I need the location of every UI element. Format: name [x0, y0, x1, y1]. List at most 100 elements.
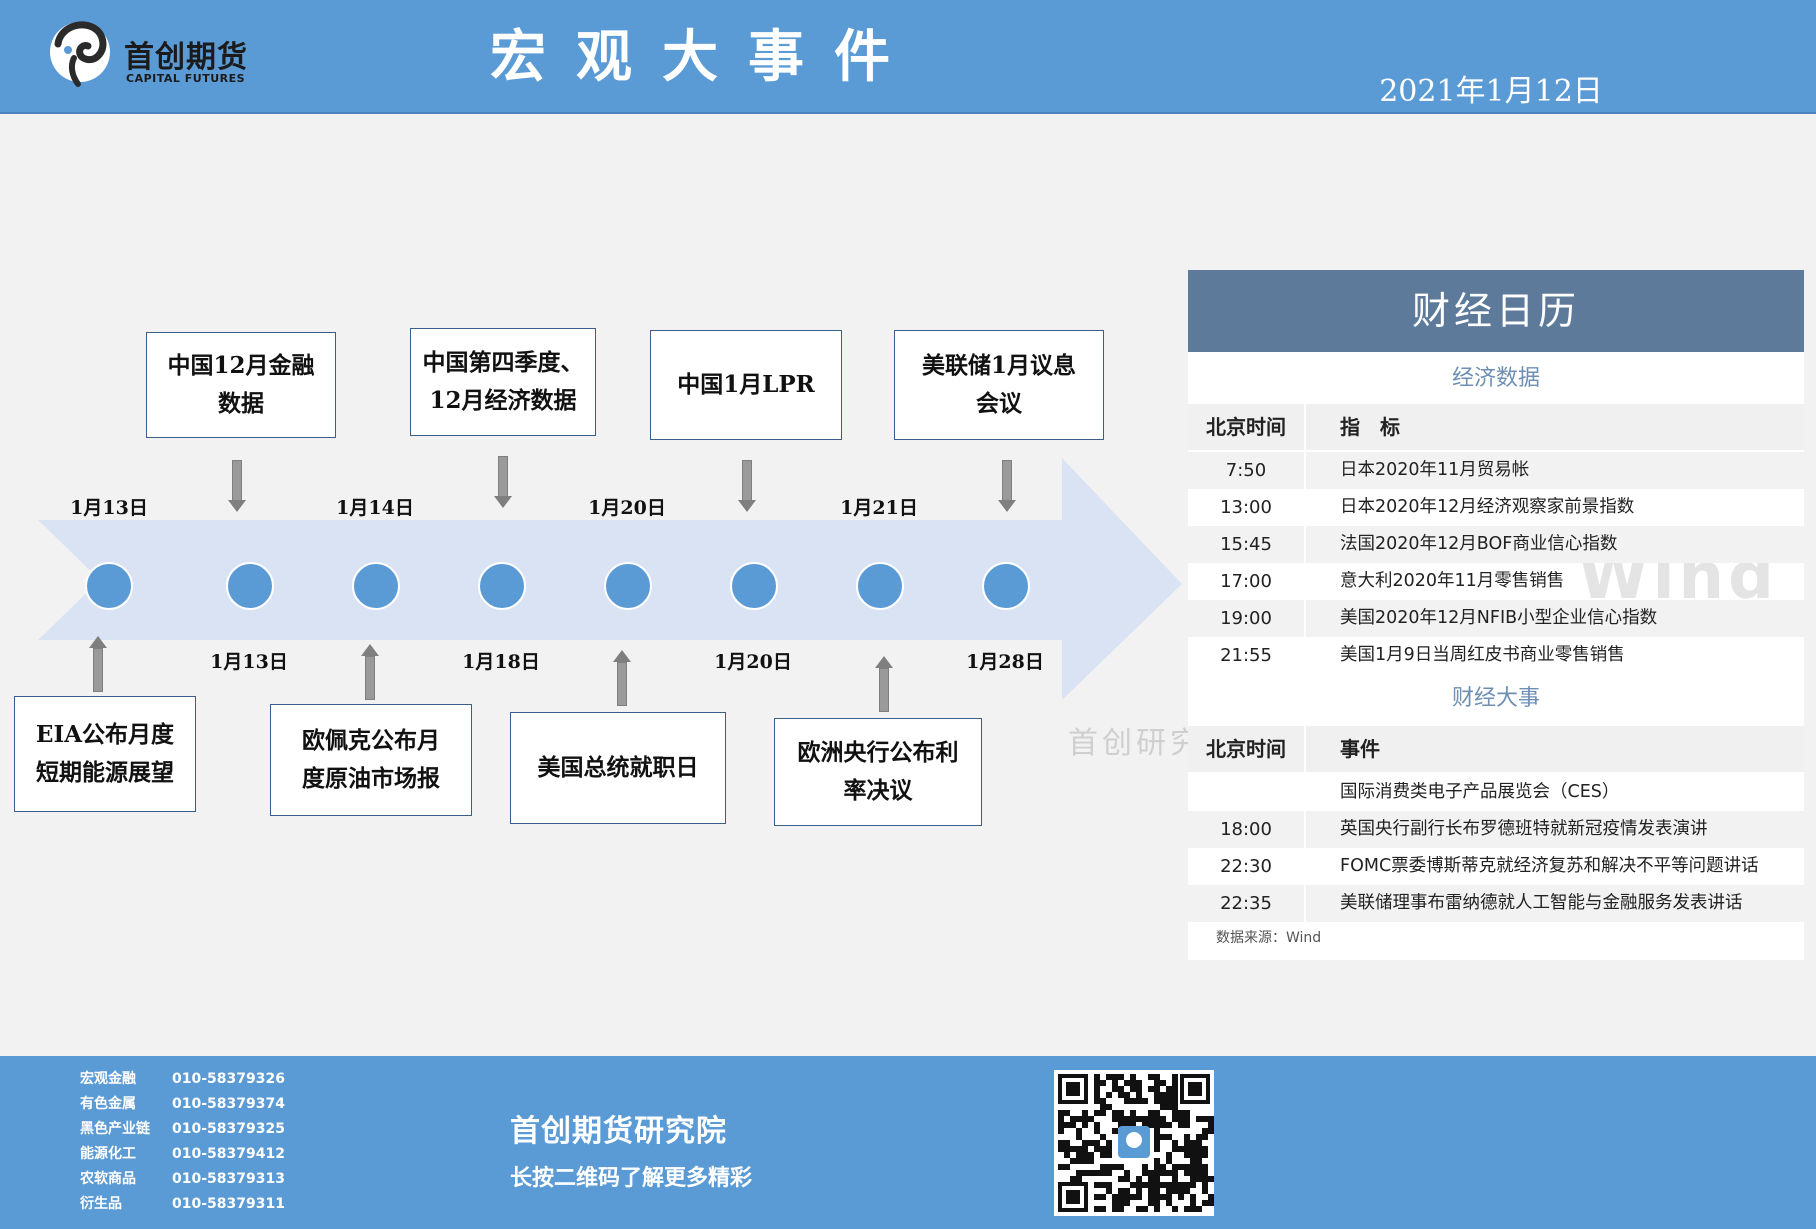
- event-box-top: 美联储1月议息 会议: [894, 330, 1104, 440]
- qr-module: [1190, 1176, 1196, 1182]
- qr-code-icon[interactable]: [1054, 1070, 1214, 1216]
- qr-module: [1184, 1170, 1190, 1176]
- qr-module: [1124, 1200, 1130, 1206]
- event-text-line: 中国第四季度、: [422, 349, 584, 376]
- timeline-dot: [85, 562, 133, 610]
- qr-module: [1100, 1152, 1106, 1158]
- qr-module: [1058, 1140, 1064, 1146]
- qr-module: [1154, 1134, 1160, 1140]
- qr-module: [1202, 1200, 1208, 1206]
- qr-module: [1058, 1122, 1064, 1128]
- row-time: 22:30: [1188, 848, 1306, 885]
- watermark: 首创研究: [1068, 726, 1204, 761]
- timeline-dot: [226, 562, 274, 610]
- qr-module: [1160, 1092, 1166, 1098]
- qr-module: [1106, 1074, 1112, 1080]
- qr-module: [1118, 1176, 1124, 1182]
- row-time: 7:50: [1188, 452, 1306, 489]
- qr-module: [1058, 1128, 1064, 1134]
- qr-module: [1094, 1122, 1100, 1128]
- table-row: 13:00 日本2020年12月经济观察家前景指数: [1188, 489, 1804, 526]
- qr-module: [1100, 1194, 1106, 1200]
- qr-module: [1154, 1206, 1160, 1212]
- timeline-date-top: 1月14日: [336, 497, 414, 519]
- up-arrow-icon: [875, 656, 893, 712]
- contact-dept: 农软商品: [80, 1171, 136, 1187]
- qr-module: [1202, 1182, 1208, 1188]
- qr-module: [1160, 1182, 1166, 1188]
- row-time: 21:55: [1188, 637, 1306, 674]
- qr-module: [1088, 1140, 1094, 1146]
- qr-module: [1130, 1098, 1136, 1104]
- qr-module: [1184, 1134, 1190, 1140]
- qr-module: [1142, 1164, 1148, 1170]
- qr-module: [1172, 1206, 1178, 1212]
- qr-module: [1154, 1128, 1160, 1134]
- contact-dept: 有色金属: [80, 1096, 136, 1112]
- qr-module: [1112, 1086, 1118, 1092]
- qr-module: [1160, 1080, 1166, 1086]
- qr-module: [1166, 1170, 1172, 1176]
- qr-module: [1112, 1164, 1118, 1170]
- contact-phone: 010-58379311: [172, 1196, 285, 1212]
- qr-module: [1154, 1098, 1160, 1104]
- up-arrow-icon: [89, 636, 107, 692]
- qr-module: [1184, 1188, 1190, 1194]
- qr-module: [1076, 1170, 1082, 1176]
- qr-module: [1148, 1176, 1154, 1182]
- data-source: 数据来源：Wind: [1216, 930, 1322, 946]
- finance-calendar: 财经日历 Wind 经济数据 北京时间 指 标 7:50 日本2020年11月贸易…: [1188, 270, 1804, 960]
- qr-module: [1082, 1122, 1088, 1128]
- row-item: FOMC票委博斯蒂克就经济复苏和解决不平等问题讲话: [1340, 856, 1759, 876]
- qr-module: [1184, 1116, 1190, 1122]
- qr-module: [1070, 1176, 1076, 1182]
- qr-module: [1208, 1176, 1214, 1182]
- qr-module: [1106, 1146, 1112, 1152]
- qr-module: [1124, 1188, 1130, 1194]
- qr-module: [1118, 1116, 1124, 1122]
- qr-module: [1148, 1086, 1154, 1092]
- qr-module: [1184, 1152, 1190, 1158]
- qr-module: [1124, 1098, 1130, 1104]
- qr-module: [1178, 1182, 1184, 1188]
- row-time: 15:45: [1188, 526, 1306, 563]
- qr-module: [1118, 1188, 1124, 1194]
- qr-module: [1124, 1170, 1130, 1176]
- qr-module: [1118, 1110, 1124, 1116]
- qr-module: [1094, 1092, 1100, 1098]
- qr-module: [1190, 1158, 1196, 1164]
- timeline-dot: [478, 562, 526, 610]
- qr-module: [1142, 1098, 1148, 1104]
- contact-phone: 010-58379313: [172, 1171, 285, 1187]
- event-text-line: 美国总统就职日: [537, 754, 699, 781]
- qr-module: [1202, 1152, 1208, 1158]
- qr-module: [1160, 1194, 1166, 1200]
- table-row: 22:35 美联储理事布雷纳德就人工智能与金融服务发表讲话: [1188, 885, 1804, 922]
- qr-module: [1166, 1092, 1172, 1098]
- footer-bar: 宏观金融 010-58379326 有色金属 010-58379374 黑色产业链 0…: [0, 1056, 1816, 1229]
- qr-module: [1196, 1206, 1202, 1212]
- contact-dept: 黑色产业链: [80, 1121, 150, 1137]
- qr-module: [1076, 1158, 1082, 1164]
- qr-module: [1148, 1188, 1154, 1194]
- qr-module: [1190, 1146, 1196, 1152]
- contact-line: 宏观金融 010-58379326: [80, 1068, 285, 1090]
- qr-module: [1142, 1116, 1148, 1122]
- qr-module: [1136, 1116, 1142, 1122]
- qr-module: [1094, 1086, 1100, 1092]
- finance-events-section-title: 财经大事: [1188, 676, 1804, 722]
- qr-module: [1160, 1134, 1166, 1140]
- qr-module: [1154, 1080, 1160, 1086]
- qr-module: [1190, 1164, 1196, 1170]
- contact-line: 有色金属 010-58379374: [80, 1093, 285, 1115]
- qr-module: [1190, 1182, 1196, 1188]
- qr-module: [1196, 1164, 1202, 1170]
- qr-module: [1082, 1116, 1088, 1122]
- qr-module: [1202, 1188, 1208, 1194]
- contact-line: 黑色产业链 010-58379325: [80, 1118, 285, 1140]
- qr-module: [1154, 1074, 1160, 1080]
- qr-module: [1148, 1122, 1154, 1128]
- timeline-date-top: 1月20日: [588, 497, 666, 519]
- qr-module: [1154, 1164, 1160, 1170]
- qr-module: [1172, 1164, 1178, 1170]
